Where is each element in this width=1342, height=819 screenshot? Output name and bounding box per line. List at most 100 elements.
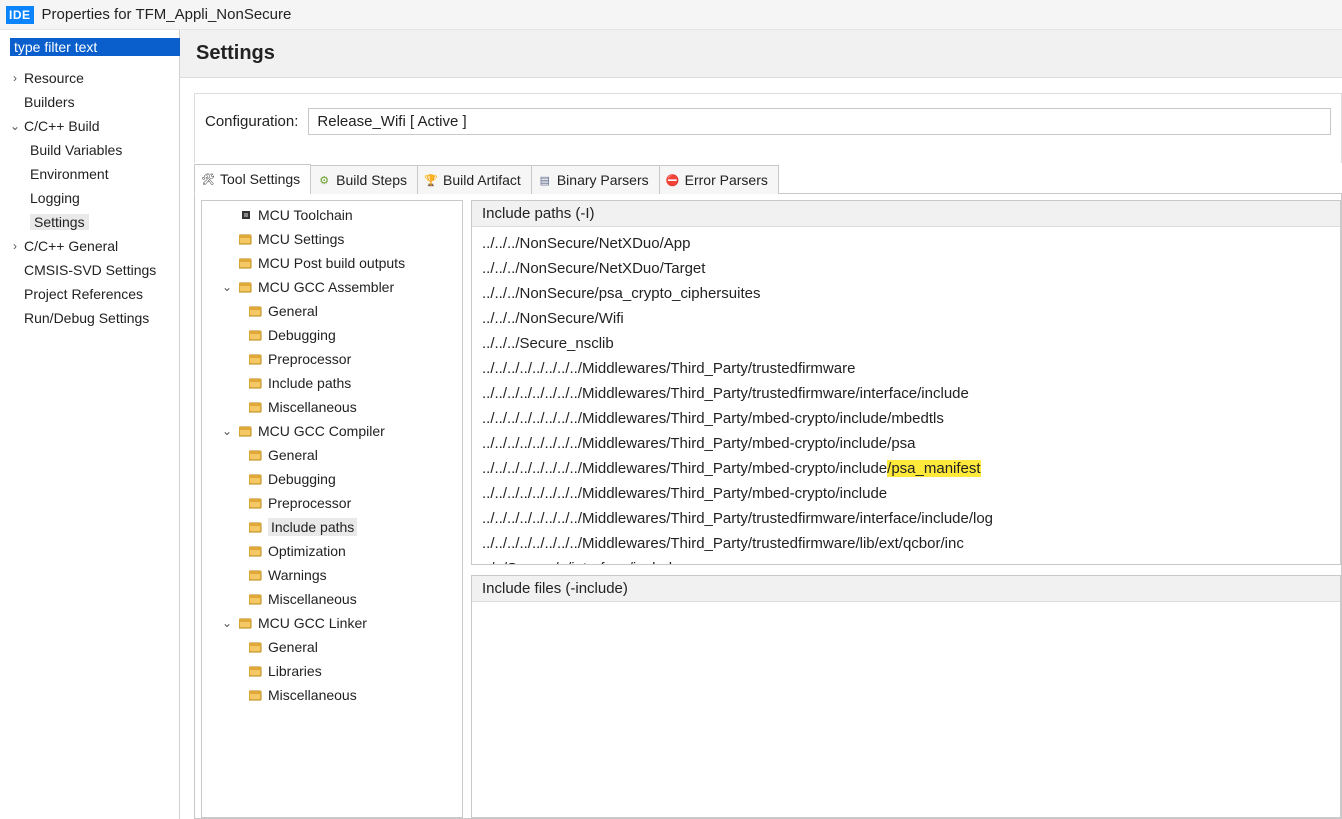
- tool-tree-label: Miscellaneous: [268, 591, 357, 607]
- tool-tree-item[interactable]: Miscellaneous: [202, 395, 462, 419]
- tab-build-steps[interactable]: ⚙Build Steps: [310, 165, 418, 194]
- include-path-item[interactable]: ../../Secure/g/interface/include: [472, 556, 1340, 564]
- tool-tree-item[interactable]: General: [202, 635, 462, 659]
- include-path-item[interactable]: ../../../../../../../../Middlewares/Thir…: [472, 456, 1340, 481]
- include-path-item[interactable]: ../../../NonSecure/psa_crypto_ciphersuit…: [472, 281, 1340, 306]
- tab-label: Build Steps: [336, 172, 407, 188]
- box-icon: [248, 664, 264, 678]
- include-path-item[interactable]: ../../../Secure_nsclib: [472, 331, 1340, 356]
- sidebar-item-label: Logging: [30, 190, 80, 206]
- box-icon: [248, 520, 264, 534]
- sidebar-item-label: Settings: [30, 214, 89, 230]
- tool-tree-item[interactable]: Preprocessor: [202, 491, 462, 515]
- tool-tree-item[interactable]: Warnings: [202, 563, 462, 587]
- tool-tree-item[interactable]: General: [202, 443, 462, 467]
- title-bar: IDE Properties for TFM_Appli_NonSecure: [0, 0, 1342, 30]
- box-icon: [248, 352, 264, 366]
- chevron-down-icon[interactable]: ⌄: [220, 424, 234, 438]
- box-icon: [248, 496, 264, 510]
- include-path-item[interactable]: ../../../../../../../../Middlewares/Thir…: [472, 531, 1340, 556]
- box-icon: [248, 376, 264, 390]
- tab-tool-settings[interactable]: 🛠Tool Settings: [194, 164, 311, 194]
- chevron-down-icon[interactable]: ⌄: [220, 616, 234, 630]
- include-path-item[interactable]: ../../../../../../../../Middlewares/Thir…: [472, 406, 1340, 431]
- sidebar-item-label: Builders: [24, 94, 75, 110]
- tool-tree-label: Warnings: [268, 567, 327, 583]
- tab-label: Binary Parsers: [557, 172, 649, 188]
- sidebar-item[interactable]: ›C/C++ General: [4, 234, 175, 258]
- error-icon: ⛔: [666, 173, 680, 187]
- include-paths-pane: Include paths (-I) ../../../NonSecure/Ne…: [471, 200, 1341, 565]
- include-path-item[interactable]: ../../../../../../../../Middlewares/Thir…: [472, 431, 1340, 456]
- tool-tree-label: MCU GCC Compiler: [258, 423, 385, 439]
- include-path-item[interactable]: ../../../NonSecure/NetXDuo/App: [472, 231, 1340, 256]
- tool-tree-item[interactable]: Include paths: [202, 371, 462, 395]
- tool-tree-item[interactable]: ⌄ MCU GCC Assembler: [202, 275, 462, 299]
- tool-settings-panel: MCU ToolchainMCU Settings MCU Post build …: [194, 194, 1342, 819]
- chevron-right-icon[interactable]: ›: [8, 239, 22, 253]
- tab-binary-parsers[interactable]: ▤ Binary Parsers: [531, 165, 660, 194]
- tool-tree-item[interactable]: ⌄ MCU GCC Compiler: [202, 419, 462, 443]
- configuration-label: Configuration:: [205, 113, 298, 130]
- sidebar-item-label: CMSIS-SVD Settings: [24, 262, 156, 278]
- chevron-right-icon[interactable]: ›: [8, 71, 22, 85]
- sidebar-item[interactable]: Logging: [26, 186, 175, 210]
- sidebar-item[interactable]: ⌄C/C++ Build: [4, 114, 175, 138]
- sidebar-item[interactable]: Run/Debug Settings: [4, 306, 175, 330]
- configuration-select[interactable]: Release_Wifi [ Active ]: [308, 108, 1331, 135]
- tool-tree-item[interactable]: Miscellaneous: [202, 587, 462, 611]
- filter-input[interactable]: [10, 38, 199, 56]
- tool-tree-label: General: [268, 303, 318, 319]
- tool-tree-item[interactable]: Optimization: [202, 539, 462, 563]
- tool-tree-label: MCU Post build outputs: [258, 255, 405, 271]
- include-path-item[interactable]: ../../../../../../../../Middlewares/Thir…: [472, 481, 1340, 506]
- tool-tree-item[interactable]: Libraries: [202, 659, 462, 683]
- tab-label: Build Artifact: [443, 172, 521, 188]
- chevron-down-icon[interactable]: ⌄: [8, 119, 22, 133]
- tool-tree-item[interactable]: Miscellaneous: [202, 683, 462, 707]
- tool-tree-label: General: [268, 447, 318, 463]
- tool-tree-item[interactable]: General: [202, 299, 462, 323]
- sidebar-item-label: Build Variables: [30, 142, 122, 158]
- sidebar-item-label: C/C++ Build: [24, 118, 99, 134]
- tool-tree-item[interactable]: MCU Settings: [202, 227, 462, 251]
- tool-tree-item[interactable]: Debugging: [202, 323, 462, 347]
- sidebar-item[interactable]: Settings: [26, 210, 175, 234]
- sidebar-item[interactable]: Builders: [4, 90, 175, 114]
- include-files-list[interactable]: [472, 602, 1340, 817]
- box-icon: [248, 304, 264, 318]
- tool-tree-item[interactable]: Debugging: [202, 467, 462, 491]
- tool-tree-item[interactable]: MCU Post build outputs: [202, 251, 462, 275]
- tool-tree-item[interactable]: Preprocessor: [202, 347, 462, 371]
- configuration-panel: Configuration: Release_Wifi [ Active ]: [194, 93, 1342, 163]
- category-sidebar: ✕ ›ResourceBuilders⌄C/C++ BuildBuild Var…: [0, 30, 180, 819]
- include-path-item[interactable]: ../../../../../../../../Middlewares/Thir…: [472, 506, 1340, 531]
- page-title: Settings: [180, 30, 1342, 78]
- sidebar-item[interactable]: ›Resource: [4, 66, 175, 90]
- tab-build-artifact[interactable]: 🏆 Build Artifact: [417, 165, 532, 194]
- tool-tree-label: MCU GCC Assembler: [258, 279, 394, 295]
- include-path-item[interactable]: ../../../../../../../../Middlewares/Thir…: [472, 381, 1340, 406]
- include-files-pane: Include files (-include): [471, 575, 1341, 818]
- sidebar-item[interactable]: CMSIS-SVD Settings: [4, 258, 175, 282]
- include-path-item[interactable]: ../../../../../../../../Middlewares/Thir…: [472, 356, 1340, 381]
- tool-tree-label: Include paths: [268, 518, 357, 536]
- tab-error-parsers[interactable]: ⛔Error Parsers: [659, 165, 779, 194]
- include-path-item[interactable]: ../../../NonSecure/Wifi: [472, 306, 1340, 331]
- tool-tree-item[interactable]: MCU Toolchain: [202, 203, 462, 227]
- tool-tree-item[interactable]: ⌄MCU GCC Linker: [202, 611, 462, 635]
- wrench-icon: 🛠: [201, 172, 215, 186]
- tool-tree[interactable]: MCU ToolchainMCU Settings MCU Post build …: [201, 200, 463, 818]
- box-icon: [248, 472, 264, 486]
- include-paths-list[interactable]: ../../../NonSecure/NetXDuo/App../../../N…: [472, 227, 1340, 564]
- binary-icon: ▤: [538, 173, 552, 187]
- sidebar-item[interactable]: Project References: [4, 282, 175, 306]
- include-path-item[interactable]: ../../../NonSecure/NetXDuo/Target: [472, 256, 1340, 281]
- tool-tree-item[interactable]: Include paths: [202, 515, 462, 539]
- chevron-down-icon[interactable]: ⌄: [220, 280, 234, 294]
- artifact-icon: 🏆: [424, 173, 438, 187]
- box-icon: [248, 568, 264, 582]
- tool-tree-label: Miscellaneous: [268, 399, 357, 415]
- sidebar-item[interactable]: Environment: [26, 162, 175, 186]
- sidebar-item[interactable]: Build Variables: [26, 138, 175, 162]
